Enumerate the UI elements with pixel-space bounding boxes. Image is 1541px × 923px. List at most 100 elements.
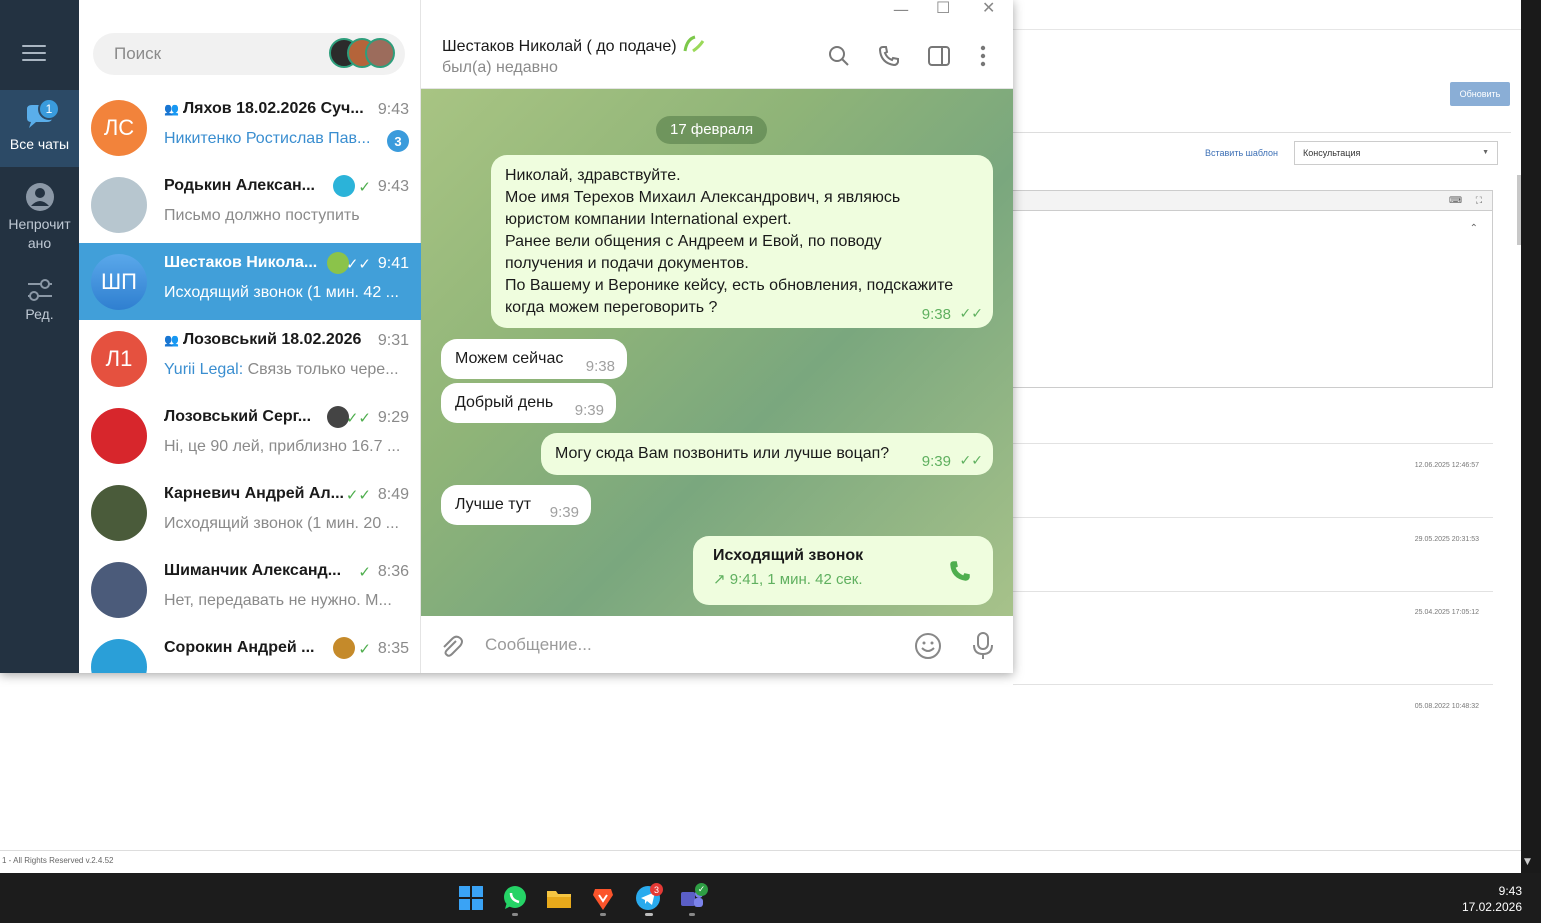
background-topbar — [1013, 0, 1521, 30]
story-avatars[interactable] — [327, 38, 399, 70]
palm-emoji-icon — [333, 175, 355, 197]
chat-preview-text: Связь только чере... — [243, 361, 399, 378]
running-indicator — [689, 913, 695, 916]
chat-time: 8:35 — [377, 640, 409, 657]
message-line: получения и подачи документов. — [505, 255, 749, 272]
chat-name: Родькин Алексан... — [164, 177, 349, 195]
contact-name-row: Шестаков Николай ( до подаче) — [442, 33, 705, 56]
call-detail: 9:41, 1 мин. 42 сек. — [729, 571, 863, 588]
clock[interactable]: 9:43 17.02.2026 — [1462, 883, 1522, 915]
history-timestamp: 29.05.2025 20:31:53 — [1414, 536, 1479, 543]
chat-name: Сорокин Андрей ... — [164, 639, 349, 657]
call-message-bubble[interactable]: Исходящий звонок ↗ 9:41, 1 мин. 42 сек. — [693, 536, 993, 605]
avatar: ШП — [91, 254, 147, 310]
fullscreen-icon[interactable]: ⛶ — [1476, 196, 1482, 206]
avatar: ЛС — [91, 100, 147, 156]
message-bubble-incoming[interactable]: Можем сейчас 9:38 — [441, 339, 627, 379]
avatar — [91, 562, 147, 618]
template-select[interactable]: Консультация ▼ — [1294, 141, 1498, 165]
chat-name: 👥 Лозовський 18.02.2026 — [164, 331, 374, 349]
emoji-icon[interactable] — [914, 632, 942, 660]
chat-preview: Исходящий звонок (1 мин. 20 ... — [164, 515, 409, 533]
group-icon: 👥 — [164, 102, 179, 116]
scrollbar-thumb[interactable] — [1517, 175, 1521, 245]
message-bubble-incoming[interactable]: Добрый день 9:39 — [441, 383, 616, 423]
history-row: 05.08.2022 10:48:32 — [1013, 684, 1493, 804]
history-row: 25.04.2025 17:05:12 — [1013, 591, 1493, 684]
background-panel — [1013, 56, 1511, 133]
chat-name: Шиманчик Александ... — [164, 562, 349, 580]
message-bubble-incoming[interactable]: Лучше тут 9:39 — [441, 485, 591, 525]
message-time: 9:38 — [585, 358, 615, 375]
chat-list-item[interactable]: Л1 👥 Лозовський 18.02.2026 9:31 Yurii Legal:… — [79, 320, 421, 397]
chat-preview-text: Нет, передавать не нужно. М... — [164, 592, 392, 609]
text-editor[interactable]: ⌨ ⛶ ⌃ — [1013, 190, 1493, 388]
chat-time: 8:49 — [377, 486, 409, 503]
message-input[interactable]: Сообщение... — [485, 635, 592, 655]
message-area[interactable]: 17 февраля Николай, здравствуйте. Мое им… — [421, 89, 1013, 616]
chat-time: 9:41 — [377, 255, 409, 272]
avatar — [91, 485, 147, 541]
story-avatar[interactable] — [365, 38, 395, 68]
chat-preview: Никитенко Ростислав Пав... — [164, 130, 379, 148]
double-check-icon: ✓✓ — [959, 306, 983, 322]
history-row: 12.06.2025 12:46:57 — [1013, 443, 1493, 517]
chat-list-item[interactable]: Сорокин Андрей ... 8:35 ✓ — [79, 628, 421, 673]
running-indicator — [512, 913, 518, 916]
search-icon[interactable] — [827, 44, 851, 68]
chat-list-item[interactable]: Шиманчик Александ... 8:36 ✓ Нет, передавать… — [79, 551, 421, 628]
telegram-window: Все чаты 1 Непрочит ано Ред. Поиск ЛС 👥 … — [0, 0, 1013, 673]
folder-edit[interactable]: Ред. — [0, 272, 79, 332]
chat-list-item[interactable]: Родькин Алексан... 9:43 ✓ Письмо должно пос… — [79, 166, 421, 243]
message-text: Добрый день — [455, 394, 554, 411]
chevron-up-icon[interactable]: ⌃ — [1470, 223, 1478, 234]
page-scrollbar[interactable] — [1521, 0, 1541, 873]
chat-name-text: Ляхов 18.02.2026 Суч... — [182, 100, 364, 117]
keyboard-icon[interactable]: ⌨ — [1449, 196, 1462, 206]
message-line: По Вашему и Веронике кейсу, есть обновле… — [505, 277, 954, 294]
leaf-emoji-icon — [683, 35, 705, 53]
double-check-icon: ✓✓ — [959, 453, 983, 469]
chat-name: 👥 Ляхов 18.02.2026 Суч... — [164, 100, 374, 118]
search-input[interactable]: Поиск — [93, 33, 405, 75]
refresh-button[interactable]: Обновить — [1450, 82, 1510, 106]
editor-toolbar: ⌨ ⛶ — [1013, 191, 1492, 211]
chat-name-text: Родькин Алексан... — [164, 177, 315, 194]
conversation-header[interactable]: Шестаков Николай ( до подаче) был(а) нед… — [421, 22, 1013, 89]
hamburger-menu-icon[interactable] — [22, 45, 46, 63]
paperclip-icon[interactable] — [439, 633, 463, 659]
brave-browser-icon[interactable] — [590, 885, 616, 911]
chat-list-item[interactable]: ШП Шестаков Никола... 9:41 ✓✓ Исходящий звон… — [79, 243, 421, 320]
status-emoji-icon — [327, 252, 349, 274]
chat-list-item[interactable]: Лозовський Серг... 9:29 ✓✓ Hi, це 90 лей, п… — [79, 397, 421, 474]
sidebar-toggle-icon[interactable] — [927, 44, 951, 68]
phone-call-icon[interactable] — [947, 558, 973, 584]
folder-edit-label: Ред. — [25, 306, 54, 322]
windows-start-icon[interactable] — [458, 885, 484, 911]
avatar-initials: Л1 — [105, 346, 133, 371]
avatar-initials: ЛС — [103, 115, 135, 140]
microphone-icon[interactable] — [972, 631, 994, 661]
avatar — [91, 177, 147, 233]
chat-list-item[interactable]: Карневич Андрей Ал... 8:49 ✓✓ Исходящий зво… — [79, 474, 421, 551]
whatsapp-icon[interactable] — [502, 885, 528, 911]
more-options-icon[interactable] — [971, 44, 995, 68]
person-icon — [25, 183, 54, 211]
insert-template-link[interactable]: Вставить шаблон — [1205, 148, 1278, 158]
folder-unread-label-line1: Непрочит — [8, 216, 71, 232]
phone-icon[interactable] — [877, 44, 901, 68]
folder-rail: Все чаты 1 Непрочит ано Ред. — [0, 22, 79, 673]
folder-unread[interactable]: Непрочит ано — [0, 177, 79, 257]
sliders-icon — [27, 279, 52, 301]
running-indicator — [600, 913, 606, 916]
scroll-down-arrow-icon[interactable]: ▼ — [1524, 857, 1531, 867]
group-icon: 👥 — [164, 333, 179, 347]
file-explorer-icon[interactable] — [546, 885, 572, 911]
message-composer[interactable]: Сообщение... — [421, 616, 1013, 673]
chat-list-panel: Поиск ЛС 👥 Ляхов 18.02.2026 Суч... 9:43 Ники… — [79, 0, 421, 673]
message-bubble-outgoing[interactable]: Николай, здравствуйте. Мое имя Терехов М… — [491, 155, 993, 328]
double-check-icon: ✓✓ — [345, 486, 371, 504]
check-icon: ✓ — [358, 563, 371, 581]
message-bubble-outgoing[interactable]: Могу сюда Вам позвонить или лучше воцап?… — [541, 433, 993, 475]
chat-list-item[interactable]: ЛС 👥 Ляхов 18.02.2026 Суч... 9:43 Никитенко … — [79, 89, 421, 166]
